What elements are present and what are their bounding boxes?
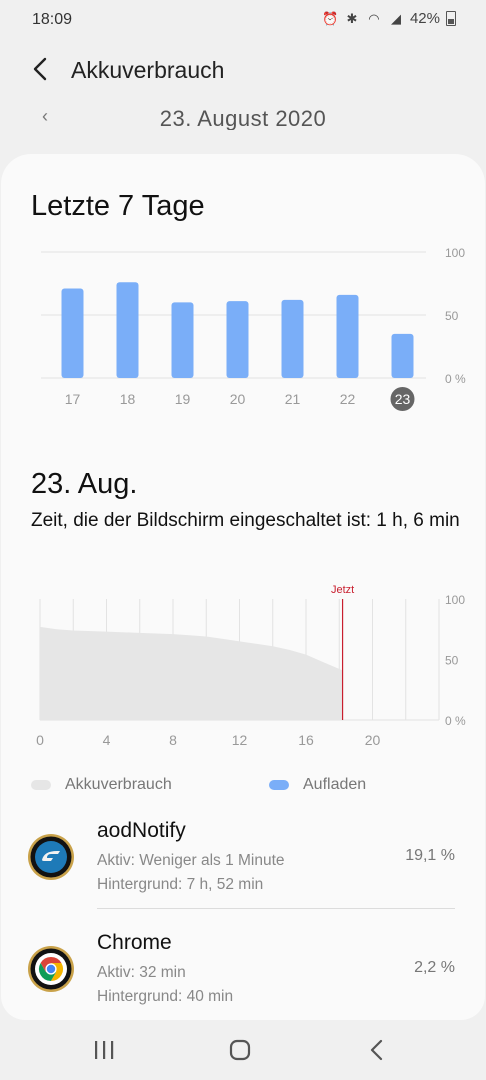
row-divider — [97, 908, 455, 909]
chart-legend: Akkuverbrauch Aufladen — [31, 776, 471, 800]
app-name: aodNotify — [97, 819, 186, 842]
bar — [226, 301, 249, 378]
day-title: 23. Aug. — [31, 468, 138, 500]
back-button[interactable] — [26, 54, 56, 84]
x-tick-label: 23 — [395, 391, 411, 407]
home-button[interactable] — [220, 1035, 260, 1065]
app-active-time: Aktiv: 32 min — [97, 964, 186, 981]
x-tick-label: 12 — [232, 732, 248, 748]
x-tick-label: 22 — [340, 391, 356, 407]
date-selector-label: 23. August 2020 — [159, 106, 327, 130]
legend-charging-swatch — [269, 780, 289, 790]
app-row-aodnotify[interactable]: aodNotify Aktiv: Weniger als 1 Minute Hi… — [1, 819, 485, 919]
x-tick-label: 18 — [120, 391, 136, 407]
bar — [61, 288, 84, 378]
app-name: Chrome — [97, 931, 172, 954]
y-tick-label: 0 % — [445, 372, 466, 386]
navigation-bar — [0, 1020, 486, 1080]
battery-icon — [446, 11, 456, 26]
battery-percent: 42% — [409, 10, 440, 27]
weekly-usage-chart: 100 50 0 % 17 18 19 20 21 22 23 — [41, 246, 466, 411]
wifi-icon: ◠ — [368, 10, 380, 26]
recents-icon — [95, 1041, 114, 1059]
usage-card: Letzte 7 Tage 100 50 0 % 17 18 19 20 21 22 23 23.… — [1, 154, 485, 1020]
signal-icon: ◢ — [390, 10, 401, 26]
screen-time-text: Zeit, die der Bildschirm eingeschaltet i… — [31, 510, 460, 531]
bar — [171, 302, 194, 378]
y-tick-label: 100 — [445, 246, 465, 260]
app-row-chrome[interactable]: Chrome Aktiv: 32 min Hintergrund: 40 min… — [1, 931, 485, 1020]
bar — [281, 299, 304, 378]
aodnotify-icon — [27, 833, 74, 880]
week-section-title: Letzte 7 Tage — [31, 190, 205, 222]
x-tick-label: 20 — [365, 732, 381, 748]
y-tick-label: 50 — [445, 654, 459, 668]
legend-usage-label: Akkuverbrauch — [65, 776, 172, 793]
daily-battery-chart: Jetzt 100 50 0 % 0 4 8 12 16 20 — [36, 584, 466, 748]
status-bar: 18:09 ⏰ ✱ ◠ ◢ 42% — [0, 0, 486, 40]
status-icons: ⏰ ✱ ◠ ◢ 42% — [322, 10, 456, 27]
legend-usage: Akkuverbrauch — [31, 776, 172, 794]
x-tick-label: 8 — [169, 732, 177, 748]
bar — [391, 333, 414, 378]
legend-usage-swatch — [31, 780, 51, 790]
y-tick-label: 0 % — [445, 714, 466, 728]
x-tick-label: 16 — [298, 732, 314, 748]
back-arrow-icon — [33, 57, 47, 81]
bar — [116, 282, 139, 378]
x-tick-label: 19 — [175, 391, 191, 407]
bluetooth-icon: ✱ — [346, 10, 358, 26]
bar — [336, 294, 359, 378]
alarm-icon: ⏰ — [321, 10, 339, 26]
app-percent: 2,2 % — [414, 959, 455, 976]
legend-charging-label: Aufladen — [303, 776, 367, 793]
recents-button[interactable] — [84, 1035, 124, 1065]
x-tick-label: 4 — [103, 732, 111, 748]
app-background-time: Hintergrund: 7 h, 52 min — [97, 876, 264, 893]
app-bar: Akkuverbrauch — [0, 44, 486, 96]
y-tick-label: 50 — [445, 309, 459, 323]
app-active-time: Aktiv: Weniger als 1 Minute — [97, 852, 285, 869]
home-icon — [229, 1039, 251, 1061]
status-time: 18:09 — [32, 11, 73, 28]
x-tick-label: 21 — [285, 391, 301, 407]
date-selector[interactable]: ‹ 23. August 2020 — [0, 106, 486, 130]
nav-back-icon — [370, 1039, 383, 1061]
legend-charging: Aufladen — [269, 776, 366, 794]
x-tick-label: 17 — [65, 391, 81, 407]
page-title: Akkuverbrauch — [71, 57, 225, 83]
x-tick-label: 0 — [36, 732, 44, 748]
nav-back-button[interactable] — [357, 1035, 397, 1065]
battery-area — [40, 626, 343, 720]
app-percent: 19,1 % — [405, 847, 455, 864]
now-marker-label: Jetzt — [331, 584, 354, 596]
chrome-icon — [27, 945, 74, 992]
x-tick-label: 20 — [230, 391, 246, 407]
y-tick-label: 100 — [445, 593, 465, 607]
app-background-time: Hintergrund: 40 min — [97, 988, 234, 1005]
